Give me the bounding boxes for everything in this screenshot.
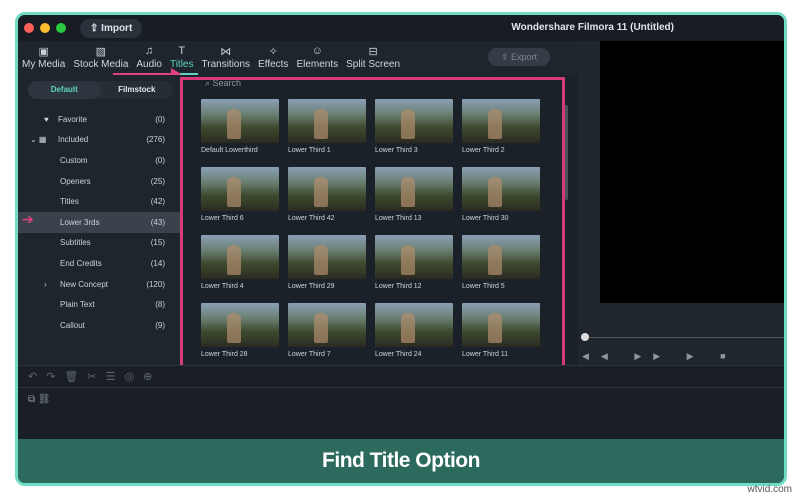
tab-effects[interactable]: ✧ Effects <box>254 41 292 75</box>
item-label: Callout <box>60 320 85 330</box>
tab-label: Stock Media <box>73 59 129 70</box>
export-label: Export <box>511 52 538 62</box>
item-count: (25) <box>150 176 165 186</box>
item-label: Custom <box>60 155 88 165</box>
sidebar: Default Filmstock ♥ Favorite (0) ⌄ ▦ Include… <box>18 75 183 365</box>
tab-split-screen[interactable]: ⊟ Split Screen <box>342 41 404 75</box>
tab-stock-media[interactable]: ▧ Stock Media <box>69 41 132 75</box>
tab-label: Audio <box>136 59 162 70</box>
scrollbar[interactable] <box>565 105 568 200</box>
app-frame: ⇪ Import Wondershare Filmora 11 (Untitle… <box>15 12 787 486</box>
music-icon: ♫ <box>145 45 154 57</box>
pointer-arrow-annotation: ➔ <box>22 211 34 227</box>
item-count: (8) <box>155 300 165 310</box>
sidebar-item-custom[interactable]: Custom (0) <box>18 150 183 171</box>
tab-label: My Media <box>22 59 66 70</box>
timeline-toolbar[interactable]: ↶↷🗑✂☰◎⊕ <box>18 366 784 388</box>
sidebar-item-lower-3rds[interactable]: Lower 3rds (43) <box>18 211 183 233</box>
titles-icon: T <box>178 45 186 57</box>
tab-label: Split Screen <box>346 59 401 70</box>
tab-my-media[interactable]: ▣ My Media <box>18 41 69 75</box>
sidebar-item-openers[interactable]: Openers (25) <box>18 171 183 192</box>
split-screen-icon: ⊟ <box>368 46 378 58</box>
elements-icon: ☺ <box>311 45 323 57</box>
sidebar-item-included[interactable]: ⌄ ▦ Included (276) <box>18 130 183 151</box>
playhead-knob[interactable] <box>581 333 589 341</box>
sidebar-item-favorite[interactable]: ♥ Favorite (0) <box>18 109 183 130</box>
grid-icon: ⌄ ▦ <box>30 135 47 145</box>
segment-filmstock[interactable]: Filmstock <box>101 81 174 99</box>
tab-audio[interactable]: ♫ Audio <box>132 41 166 75</box>
import-label: Import <box>101 22 133 34</box>
tab-transitions[interactable]: ⋈ Transitions <box>198 41 255 75</box>
window-title: Wondershare Filmora 11 (Untitled) <box>511 22 674 33</box>
segment-default[interactable]: Default <box>28 81 101 99</box>
export-button[interactable]: ⇪ Export <box>488 48 550 66</box>
add-track-icon[interactable]: ⧉ ⛓ <box>18 388 784 411</box>
close-window-button[interactable] <box>24 23 34 33</box>
chevron-right-icon[interactable]: › <box>44 280 60 289</box>
item-count: (9) <box>155 320 165 330</box>
playback-controls[interactable]: ◀◀ ▶▶ ▶ ■ <box>582 351 738 362</box>
item-count: (43) <box>150 217 165 227</box>
preview-screen <box>600 41 784 303</box>
sidebar-item-subtitles[interactable]: Subtitles (15) <box>18 233 183 254</box>
image-icon: ▣ <box>38 46 49 58</box>
item-label: Lower 3rds <box>60 217 100 227</box>
import-button[interactable]: ⇪ Import <box>80 18 143 38</box>
sidebar-item-titles[interactable]: Titles (42) <box>18 191 183 212</box>
item-label: Favorite <box>58 114 87 124</box>
heart-icon: ♥ <box>44 114 49 124</box>
item-count: (14) <box>150 258 165 268</box>
item-count: (0) <box>155 155 165 165</box>
item-label: End Credits <box>60 258 102 268</box>
caption-banner: Find Title Option <box>18 439 784 483</box>
sidebar-item-end-credits[interactable]: End Credits (14) <box>18 253 183 274</box>
maximize-window-button[interactable] <box>56 23 66 33</box>
preview-panel: ◀◀ ▶▶ ▶ ■ <box>578 41 784 365</box>
title-bar: ⇪ Import Wondershare Filmora 11 (Untitle… <box>18 15 784 41</box>
tab-elements[interactable]: ☺ Elements <box>292 41 342 75</box>
stock-icon: ▧ <box>95 46 107 58</box>
timeline: ↶↷🗑✂☰◎⊕ ⧉ ⛓ <box>18 365 784 440</box>
tab-label: Transitions <box>201 59 251 70</box>
item-count: (120) <box>146 279 165 289</box>
sidebar-item-callout[interactable]: Callout (9) <box>18 315 183 336</box>
effects-icon: ✧ <box>268 46 278 58</box>
item-label: Plain Text <box>60 300 95 310</box>
playback-progress[interactable] <box>582 337 784 338</box>
item-label: Titles <box>60 197 79 207</box>
highlight-box <box>180 77 565 373</box>
item-label: Subtitles <box>60 238 91 248</box>
item-count: (0) <box>155 114 165 124</box>
sidebar-item-plain-text[interactable]: Plain Text (8) <box>18 294 183 315</box>
watermark: wtvid.com <box>747 484 792 495</box>
minimize-window-button[interactable] <box>40 23 50 33</box>
item-label: Openers <box>60 176 91 186</box>
sidebar-item-new-concept[interactable]: › New Concept (120) <box>18 274 183 295</box>
item-count: (276) <box>146 135 165 145</box>
item-count: (15) <box>150 238 165 248</box>
item-label: New Concept <box>60 279 109 289</box>
item-count: (42) <box>150 197 165 207</box>
transition-icon: ⋈ <box>220 46 232 58</box>
item-label: Included <box>58 135 89 145</box>
tab-label: Elements <box>296 59 339 70</box>
tab-label: Effects <box>258 59 289 70</box>
